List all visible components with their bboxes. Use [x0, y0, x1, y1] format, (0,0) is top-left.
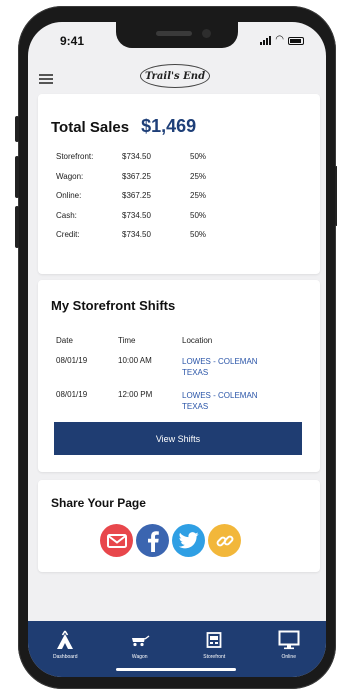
status-icons: ◠	[260, 35, 304, 45]
tab-label: Dashboard	[53, 654, 78, 660]
tab-label: Storefront	[203, 654, 226, 660]
sales-row: Credit: $734.50 50%	[56, 230, 206, 250]
tab-label: Wagon	[131, 654, 148, 660]
logo-text: Trail's End	[144, 70, 206, 82]
volume-up-button	[15, 156, 19, 198]
shift-row: 08/01/19 10:00 AM LOWES - COLEMAN TEXAS	[56, 356, 274, 378]
tent-icon	[56, 629, 74, 651]
shifts-title: My Storefront Shifts	[51, 298, 176, 313]
sales-title: Total Sales	[51, 119, 130, 136]
sales-breakdown: Storefront: $734.50 50% Wagon: $367.25 2…	[56, 152, 206, 250]
sales-label: Online:	[56, 191, 82, 200]
email-icon[interactable]	[100, 524, 133, 557]
column-header-time: Time	[118, 336, 136, 345]
storefront-shifts-card: My Storefront Shifts Date Time Location …	[38, 280, 320, 472]
sales-header: Total Sales $1,469	[51, 116, 196, 137]
sales-percent: 50%	[190, 230, 207, 239]
mute-switch	[15, 116, 19, 142]
status-time: 9:41	[60, 34, 85, 48]
trails-end-logo: Trail's End	[140, 64, 210, 88]
column-header-date: Date	[56, 336, 73, 345]
sales-row: Storefront: $734.50 50%	[56, 152, 206, 172]
shift-time: 12:00 PM	[118, 390, 153, 399]
sales-percent: 25%	[190, 171, 207, 181]
sales-percent: 50%	[190, 210, 207, 220]
notch	[116, 22, 238, 48]
shift-location-link[interactable]: LOWES - COLEMAN TEXAS	[182, 356, 274, 378]
sales-amount: $734.50	[122, 230, 151, 239]
sales-percent: 25%	[190, 191, 207, 200]
tab-online[interactable]: Online	[252, 621, 327, 677]
wagon-icon	[130, 629, 150, 651]
sales-amount: $734.50	[122, 152, 151, 161]
sales-row: Wagon: $367.25 25%	[56, 172, 206, 192]
shifts-table-header: Date Time Location	[56, 336, 212, 345]
sales-label: Storefront:	[56, 152, 94, 161]
shift-time: 10:00 AM	[118, 356, 152, 365]
storefront-icon	[206, 629, 222, 651]
link-icon[interactable]	[208, 524, 241, 557]
sales-label: Wagon:	[56, 171, 84, 181]
view-shifts-button[interactable]: View Shifts	[54, 422, 302, 455]
twitter-icon[interactable]	[172, 524, 205, 557]
sales-row: Online: $367.25 25%	[56, 191, 206, 211]
speaker	[156, 31, 192, 36]
battery-icon	[288, 37, 304, 45]
sales-amount: $734.50	[122, 210, 151, 220]
sales-label: Credit:	[56, 230, 80, 239]
sales-amount: $367.25	[122, 191, 151, 200]
wifi-icon: ◠	[275, 34, 284, 45]
sales-amount: $367.25	[122, 171, 151, 181]
signal-icon	[260, 36, 272, 45]
share-icons	[100, 524, 241, 557]
sales-total: $1,469	[141, 116, 197, 136]
shift-row: 08/01/19 12:00 PM LOWES - COLEMAN TEXAS	[56, 390, 274, 412]
tab-dashboard[interactable]: Dashboard	[28, 621, 103, 677]
menu-icon[interactable]	[39, 74, 53, 84]
share-title: Share Your Page	[51, 496, 146, 510]
front-camera	[202, 29, 211, 38]
facebook-icon[interactable]	[136, 524, 169, 557]
tab-label: Online	[281, 654, 296, 660]
column-header-location: Location	[182, 336, 213, 345]
sales-percent: 50%	[190, 152, 207, 161]
shift-date: 08/01/19	[56, 390, 88, 399]
home-indicator[interactable]	[116, 668, 236, 671]
volume-down-button	[15, 206, 19, 248]
total-sales-card: Total Sales $1,469 Storefront: $734.50 5…	[38, 94, 320, 274]
monitor-icon	[278, 629, 300, 651]
share-page-card: Share Your Page	[38, 480, 320, 572]
sales-row: Cash: $734.50 50%	[56, 211, 206, 231]
shift-date: 08/01/19	[56, 356, 88, 365]
shift-location-link[interactable]: LOWES - COLEMAN TEXAS	[182, 390, 274, 412]
sales-label: Cash:	[56, 210, 77, 220]
phone-screen: 9:41 ◠ Trail's End Total Sales $1,469 St…	[28, 22, 326, 677]
